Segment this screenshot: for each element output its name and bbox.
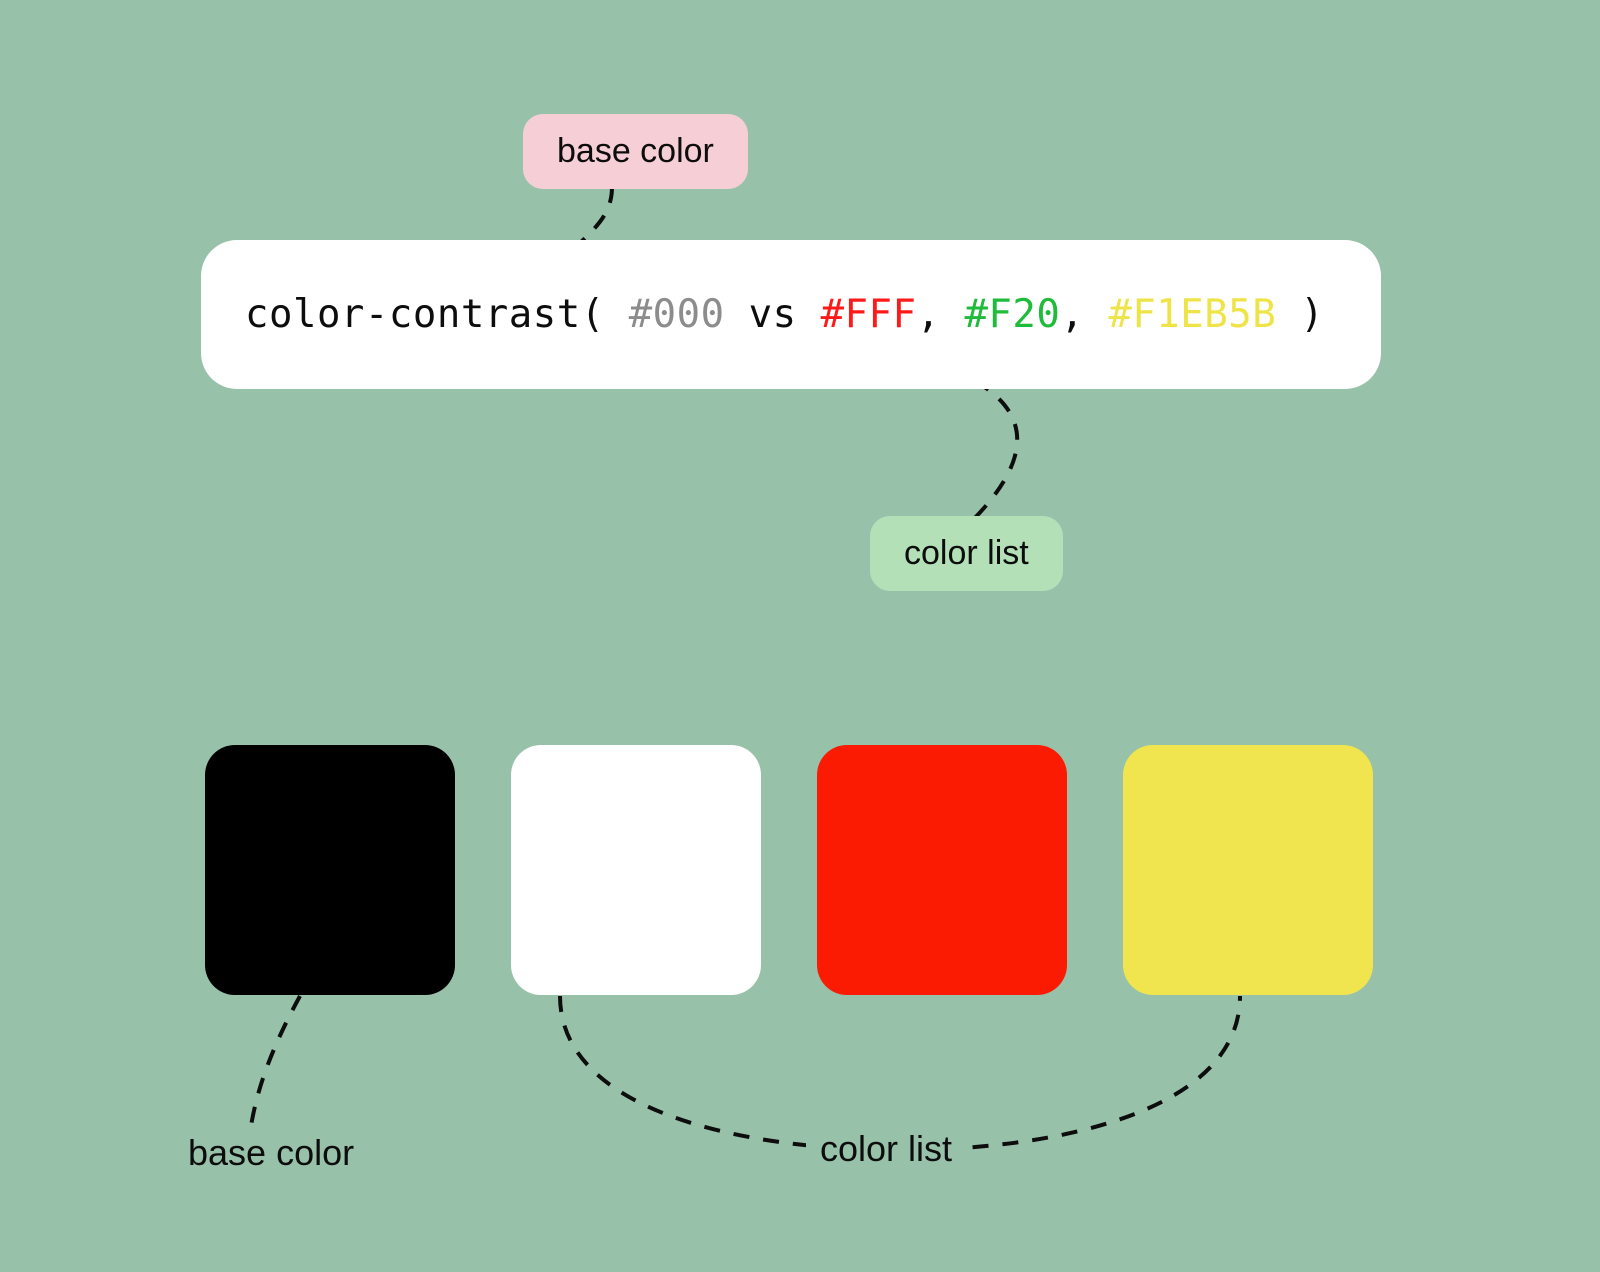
- vs-keyword: vs: [749, 292, 797, 337]
- callout-color-list: color list: [870, 516, 1063, 591]
- fn-name: color-contrast: [245, 292, 581, 337]
- bottom-label-list: color list: [806, 1128, 966, 1170]
- list-token-1: #FFF: [821, 292, 917, 337]
- callout-base-color-label: base color: [557, 132, 714, 170]
- diagram-stage: base color color-contrast( #000 vs #FFF,…: [0, 0, 1600, 1272]
- list-token-2: #F20: [964, 292, 1060, 337]
- base-token: #000: [629, 292, 725, 337]
- callout-color-list-label: color list: [904, 534, 1029, 572]
- swatch-2: [817, 745, 1067, 995]
- code-panel: color-contrast( #000 vs #FFF, #F20, #F1E…: [201, 240, 1381, 389]
- swatch-3: [1123, 745, 1373, 995]
- connector-lines: [0, 0, 1600, 1272]
- swatch-1: [511, 745, 761, 995]
- list-token-3: #F1EB5B: [1108, 292, 1276, 337]
- bottom-label-base-text: base color: [188, 1132, 354, 1173]
- bottom-label-list-text: color list: [820, 1128, 952, 1169]
- swatch-base: [205, 745, 455, 995]
- callout-base-color: base color: [523, 114, 748, 189]
- bottom-label-base: base color: [174, 1132, 368, 1174]
